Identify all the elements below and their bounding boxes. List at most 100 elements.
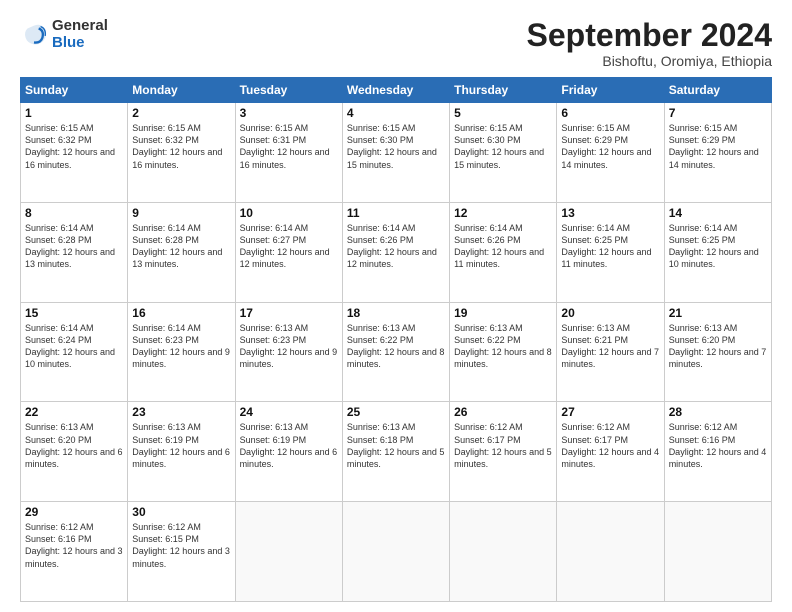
day-number: 24 [240,405,338,419]
day-info: Sunrise: 6:12 AMSunset: 6:17 PMDaylight:… [454,421,552,470]
day-info: Sunrise: 6:13 AMSunset: 6:20 PMDaylight:… [25,421,123,470]
calendar-week-row: 1Sunrise: 6:15 AMSunset: 6:32 PMDaylight… [21,103,772,203]
day-info: Sunrise: 6:14 AMSunset: 6:28 PMDaylight:… [132,222,230,271]
calendar-cell: 24 Sunrise: 6:13 AMSunset: 6:19 PMDayligh… [235,402,342,502]
header-thursday: Thursday [450,78,557,103]
day-number: 11 [347,206,445,220]
logo-general: General [52,18,108,35]
calendar-cell: 15 Sunrise: 6:14 AMSunset: 6:24 PMDayligh… [21,302,128,402]
day-number: 4 [347,106,445,120]
calendar-week-row: 15 Sunrise: 6:14 AMSunset: 6:24 PMDayligh… [21,302,772,402]
calendar-week-row: 8 Sunrise: 6:14 AMSunset: 6:28 PMDaylight… [21,202,772,302]
day-info: Sunrise: 6:12 AMSunset: 6:15 PMDaylight:… [132,521,230,570]
day-number: 16 [132,306,230,320]
day-number: 26 [454,405,552,419]
logo-blue: Blue [52,35,108,52]
day-info: Sunrise: 6:14 AMSunset: 6:24 PMDaylight:… [25,322,123,371]
day-info: Sunrise: 6:12 AMSunset: 6:16 PMDaylight:… [25,521,123,570]
day-number: 5 [454,106,552,120]
location: Bishoftu, Oromiya, Ethiopia [527,53,772,69]
day-info: Sunrise: 6:15 AMSunset: 6:29 PMDaylight:… [669,122,767,171]
calendar-cell: 14 Sunrise: 6:14 AMSunset: 6:25 PMDayligh… [664,202,771,302]
calendar-cell: 27 Sunrise: 6:12 AMSunset: 6:17 PMDayligh… [557,402,664,502]
logo: General Blue [20,18,108,51]
calendar-cell [664,502,771,602]
day-number: 7 [669,106,767,120]
day-number: 22 [25,405,123,419]
calendar-table: Sunday Monday Tuesday Wednesday Thursday… [20,77,772,602]
day-info: Sunrise: 6:15 AMSunset: 6:32 PMDaylight:… [132,122,230,171]
day-number: 10 [240,206,338,220]
calendar-cell: 18 Sunrise: 6:13 AMSunset: 6:22 PMDayligh… [342,302,449,402]
calendar-cell: 17Sunrise: 6:13 AMSunset: 6:23 PMDayligh… [235,302,342,402]
calendar-cell: 5 Sunrise: 6:15 AMSunset: 6:30 PMDaylight… [450,103,557,203]
day-number: 27 [561,405,659,419]
calendar-cell: 30 Sunrise: 6:12 AMSunset: 6:15 PMDayligh… [128,502,235,602]
calendar-cell: 13Sunrise: 6:14 AMSunset: 6:25 PMDayligh… [557,202,664,302]
day-info: Sunrise: 6:13 AMSunset: 6:18 PMDaylight:… [347,421,445,470]
calendar-cell: 10 Sunrise: 6:14 AMSunset: 6:27 PMDayligh… [235,202,342,302]
day-number: 12 [454,206,552,220]
day-info: Sunrise: 6:14 AMSunset: 6:26 PMDaylight:… [454,222,552,271]
calendar-cell: 22 Sunrise: 6:13 AMSunset: 6:20 PMDayligh… [21,402,128,502]
day-number: 19 [454,306,552,320]
day-info: Sunrise: 6:15 AMSunset: 6:31 PMDaylight:… [240,122,338,171]
calendar-header-row: Sunday Monday Tuesday Wednesday Thursday… [21,78,772,103]
day-number: 9 [132,206,230,220]
day-number: 2 [132,106,230,120]
day-number: 30 [132,505,230,519]
day-info: Sunrise: 6:14 AMSunset: 6:23 PMDaylight:… [132,322,230,371]
calendar-cell: 8Sunrise: 6:14 AMSunset: 6:28 PMDaylight… [21,202,128,302]
day-number: 29 [25,505,123,519]
calendar-week-row: 22 Sunrise: 6:13 AMSunset: 6:20 PMDayligh… [21,402,772,502]
day-info: Sunrise: 6:14 AMSunset: 6:25 PMDaylight:… [669,222,767,271]
day-number: 21 [669,306,767,320]
day-info: Sunrise: 6:13 AMSunset: 6:19 PMDaylight:… [240,421,338,470]
calendar-cell [235,502,342,602]
calendar-cell: 21Sunrise: 6:13 AMSunset: 6:20 PMDayligh… [664,302,771,402]
day-number: 14 [669,206,767,220]
day-info: Sunrise: 6:13 AMSunset: 6:23 PMDaylight:… [240,322,338,371]
day-info: Sunrise: 6:15 AMSunset: 6:32 PMDaylight:… [25,122,123,171]
day-number: 6 [561,106,659,120]
header-monday: Monday [128,78,235,103]
calendar-cell: 4 Sunrise: 6:15 AMSunset: 6:30 PMDaylight… [342,103,449,203]
day-number: 8 [25,206,123,220]
day-info: Sunrise: 6:13 AMSunset: 6:21 PMDaylight:… [561,322,659,371]
calendar-cell: 3Sunrise: 6:15 AMSunset: 6:31 PMDaylight… [235,103,342,203]
day-info: Sunrise: 6:12 AMSunset: 6:16 PMDaylight:… [669,421,767,470]
calendar-cell [342,502,449,602]
calendar-cell: 12 Sunrise: 6:14 AMSunset: 6:26 PMDayligh… [450,202,557,302]
day-info: Sunrise: 6:15 AMSunset: 6:30 PMDaylight:… [454,122,552,171]
calendar-cell: 19Sunrise: 6:13 AMSunset: 6:22 PMDayligh… [450,302,557,402]
calendar-cell: 26 Sunrise: 6:12 AMSunset: 6:17 PMDayligh… [450,402,557,502]
header-saturday: Saturday [664,78,771,103]
day-number: 23 [132,405,230,419]
calendar-cell [450,502,557,602]
day-info: Sunrise: 6:14 AMSunset: 6:26 PMDaylight:… [347,222,445,271]
header-tuesday: Tuesday [235,78,342,103]
day-info: Sunrise: 6:13 AMSunset: 6:22 PMDaylight:… [347,322,445,371]
title-block: September 2024 Bishoftu, Oromiya, Ethiop… [527,18,772,69]
day-info: Sunrise: 6:14 AMSunset: 6:27 PMDaylight:… [240,222,338,271]
day-number: 18 [347,306,445,320]
calendar-cell: 29 Sunrise: 6:12 AMSunset: 6:16 PMDayligh… [21,502,128,602]
calendar-cell: 25 Sunrise: 6:13 AMSunset: 6:18 PMDayligh… [342,402,449,502]
calendar-cell: 16 Sunrise: 6:14 AMSunset: 6:23 PMDayligh… [128,302,235,402]
header: General Blue September 2024 Bishoftu, Or… [20,18,772,69]
day-number: 15 [25,306,123,320]
day-info: Sunrise: 6:15 AMSunset: 6:30 PMDaylight:… [347,122,445,171]
calendar-cell: 1Sunrise: 6:15 AMSunset: 6:32 PMDaylight… [21,103,128,203]
calendar-cell: 7 Sunrise: 6:15 AMSunset: 6:29 PMDaylight… [664,103,771,203]
logo-text: General Blue [52,18,108,51]
day-info: Sunrise: 6:12 AMSunset: 6:17 PMDaylight:… [561,421,659,470]
calendar-cell: 6Sunrise: 6:15 AMSunset: 6:29 PMDaylight… [557,103,664,203]
calendar-body: 1Sunrise: 6:15 AMSunset: 6:32 PMDaylight… [21,103,772,602]
header-wednesday: Wednesday [342,78,449,103]
calendar-cell: 2 Sunrise: 6:15 AMSunset: 6:32 PMDaylight… [128,103,235,203]
day-info: Sunrise: 6:13 AMSunset: 6:19 PMDaylight:… [132,421,230,470]
day-number: 20 [561,306,659,320]
calendar-cell: 23 Sunrise: 6:13 AMSunset: 6:19 PMDayligh… [128,402,235,502]
day-number: 25 [347,405,445,419]
calendar-cell [557,502,664,602]
